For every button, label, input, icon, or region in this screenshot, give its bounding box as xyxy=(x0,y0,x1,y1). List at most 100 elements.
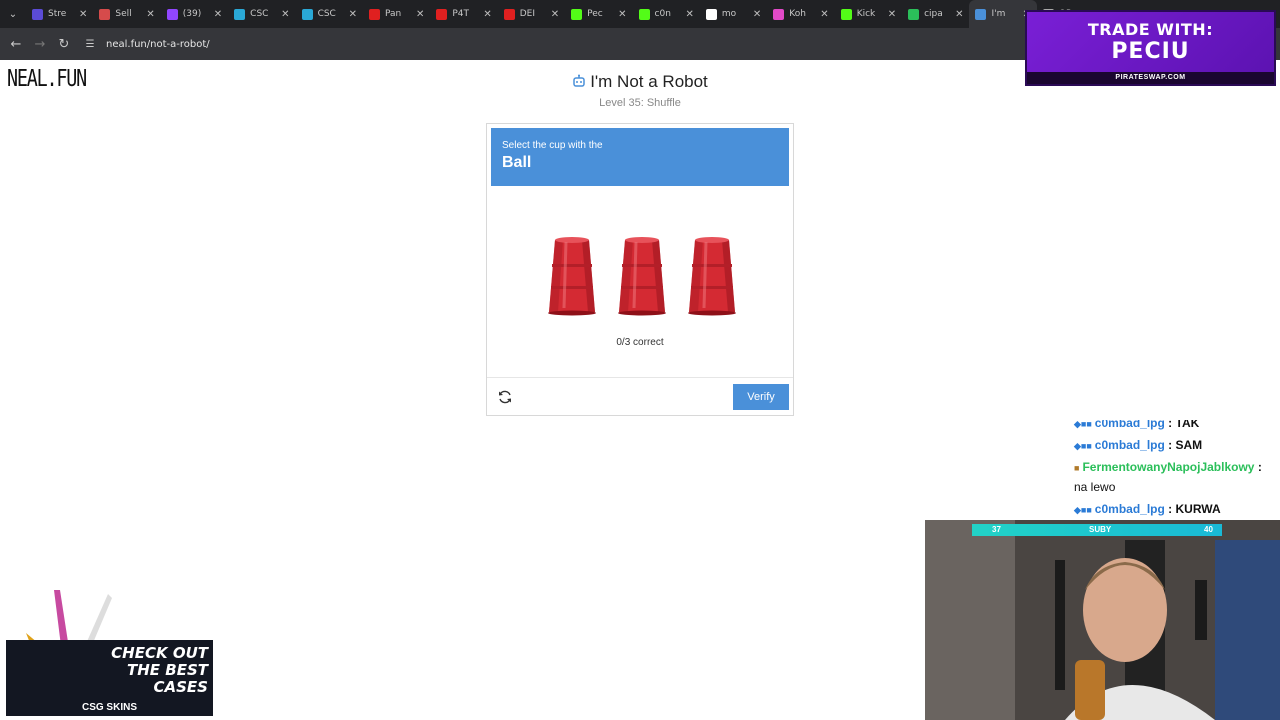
tab-favicon-icon xyxy=(32,8,43,20)
tab-close-icon[interactable]: ✕ xyxy=(888,9,896,20)
chat-text: na lewo xyxy=(1074,480,1116,494)
tab-title: CSC xyxy=(317,9,336,19)
url-field[interactable]: neal.fun/not-a-robot/ xyxy=(106,39,210,50)
tab-close-icon[interactable]: ✕ xyxy=(416,9,424,20)
tab-close-icon[interactable]: ✕ xyxy=(146,9,154,20)
back-icon[interactable]: ← xyxy=(6,34,26,54)
browser-tab[interactable]: mo ✕ xyxy=(700,0,767,28)
chat-message: ◆■■ c0mbad_lpg : KURWA xyxy=(1074,502,1221,516)
chat-badges-icon: ◆■■ xyxy=(1074,505,1092,515)
tab-close-icon[interactable]: ✕ xyxy=(483,9,491,20)
streamer-image xyxy=(925,520,1280,720)
tab-favicon-icon xyxy=(234,8,246,20)
cup-middle[interactable] xyxy=(616,236,668,316)
browser-tab[interactable]: CSC ✕ xyxy=(228,0,295,28)
promo-text[interactable]: CHECK OUT THE BEST CASES xyxy=(98,645,208,696)
robot-icon xyxy=(573,74,585,87)
cup-left[interactable] xyxy=(546,236,598,316)
promo-banner: CHECK OUT THE BEST CASES CSG SKINS xyxy=(6,588,213,716)
captcha-panel: Select the cup with the Ball 0/3 correct… xyxy=(486,123,794,416)
tab-close-icon[interactable]: ✕ xyxy=(955,9,963,20)
chat-username: c0mbad_lpg xyxy=(1094,420,1165,430)
site-info-icon[interactable]: ☰ xyxy=(82,36,98,52)
tab-favicon-icon xyxy=(571,8,583,20)
tab-close-icon[interactable]: ✕ xyxy=(349,9,357,20)
tab-title: cipa xyxy=(924,9,943,19)
browser-tab[interactable]: Sell ✕ xyxy=(93,0,160,28)
browser-tab[interactable]: Stre ✕ xyxy=(26,0,93,28)
tab-close-icon[interactable]: ✕ xyxy=(79,9,87,20)
browser-tab[interactable]: Koh ✕ xyxy=(767,0,834,28)
score-text: 0/3 correct xyxy=(616,337,664,348)
tab-favicon-icon xyxy=(503,8,515,20)
tab-close-icon[interactable]: ✕ xyxy=(686,9,694,20)
browser-tab[interactable]: CSC ✕ xyxy=(296,0,363,28)
tab-title: Stre xyxy=(48,9,67,19)
sub-goal-current: 37 xyxy=(992,525,1001,534)
tab-title: I'm xyxy=(991,9,1006,19)
tab-favicon-icon xyxy=(436,8,448,20)
refresh-icon[interactable] xyxy=(497,389,513,405)
browser-tab[interactable]: cipa ✕ xyxy=(902,0,969,28)
trade-line1: TRADE WITH: xyxy=(1087,20,1214,39)
instruction-subtitle: Select the cup with the xyxy=(502,140,603,151)
tab-favicon-icon xyxy=(705,8,717,20)
tab-favicon-icon xyxy=(166,8,178,20)
browser-tab[interactable]: DEI ✕ xyxy=(498,0,565,28)
tab-title: c0n xyxy=(654,9,671,19)
sub-goal-label: SUBY xyxy=(1089,525,1112,534)
tab-favicon-icon xyxy=(368,8,380,20)
tab-title: mo xyxy=(721,9,737,19)
browser-tab[interactable]: (39) ✕ xyxy=(161,0,228,28)
level-label: Level 35: Shuffle xyxy=(599,97,681,109)
sub-goal-target: 40 xyxy=(1204,525,1213,534)
tab-close-icon[interactable]: ✕ xyxy=(551,9,559,20)
chat-message: ■ FermentowanyNapojJablkowy : xyxy=(1074,460,1262,474)
tab-title: P4T xyxy=(452,9,469,19)
tab-title: Koh xyxy=(789,9,806,19)
browser-tab[interactable]: Pan ✕ xyxy=(363,0,430,28)
verify-button[interactable]: Verify xyxy=(733,384,789,410)
tab-close-icon[interactable]: ✕ xyxy=(281,9,289,20)
chat-message: ◆■■ c0mbad_lpg : SAM xyxy=(1074,438,1203,452)
cup-right[interactable] xyxy=(686,236,738,316)
tab-list: Stre ✕ Sell ✕ (39) ✕ CSC ✕ CSC ✕ Pan ✕ P4T ✕ DEI ✕ Pec ✕ c… xyxy=(26,0,1104,28)
reload-icon[interactable]: ↻ xyxy=(54,34,74,54)
browser-tab[interactable]: c0n ✕ xyxy=(633,0,700,28)
trade-line3: PIRATESWAP.COM xyxy=(1027,72,1274,84)
tab-title: Pan xyxy=(384,9,402,19)
tab-title: CSC xyxy=(250,9,269,19)
tab-favicon-icon xyxy=(301,8,313,20)
tab-search-icon[interactable]: ⌄ xyxy=(0,0,26,28)
footer-divider xyxy=(487,377,793,378)
tab-close-icon[interactable]: ✕ xyxy=(820,9,828,20)
red-cup-icon xyxy=(548,237,596,316)
chat-message-continued: na lewo xyxy=(1074,480,1115,494)
tab-close-icon[interactable]: ✕ xyxy=(753,9,761,20)
chat-username: c0mbad_lpg xyxy=(1094,502,1165,516)
tab-favicon-icon xyxy=(908,8,920,20)
chat-username: FermentowanyNapojJablkowy xyxy=(1082,460,1255,474)
chat-text: KURWA xyxy=(1175,502,1221,516)
tab-title: DEI xyxy=(519,9,536,19)
promo-brand: CSG SKINS xyxy=(81,702,137,713)
tab-favicon-icon xyxy=(975,8,987,20)
cup-row xyxy=(487,236,793,318)
sub-goal-bar: 37 SUBY 40 xyxy=(972,524,1222,536)
red-cup-icon xyxy=(688,237,736,316)
webcam-feed xyxy=(925,520,1280,720)
browser-tab[interactable]: Pec ✕ xyxy=(565,0,632,28)
chat-text: TAK xyxy=(1175,420,1200,430)
tab-favicon-icon xyxy=(638,8,650,20)
tab-close-icon[interactable]: ✕ xyxy=(214,9,222,20)
tab-favicon-icon xyxy=(840,8,852,20)
tab-favicon-icon xyxy=(99,8,111,20)
chat-badge-icon: ■ xyxy=(1074,463,1080,473)
tab-close-icon[interactable]: ✕ xyxy=(618,9,626,20)
chat-badges-icon: ◆■■ xyxy=(1074,441,1092,451)
forward-icon[interactable]: → xyxy=(30,34,50,54)
chat-username: c0mbad_lpg xyxy=(1094,438,1165,452)
browser-tab[interactable]: P4T ✕ xyxy=(430,0,497,28)
browser-tab[interactable]: Kick ✕ xyxy=(835,0,902,28)
chat-message: ◆■■ c0mbad_lpg : TAK xyxy=(1074,420,1199,430)
